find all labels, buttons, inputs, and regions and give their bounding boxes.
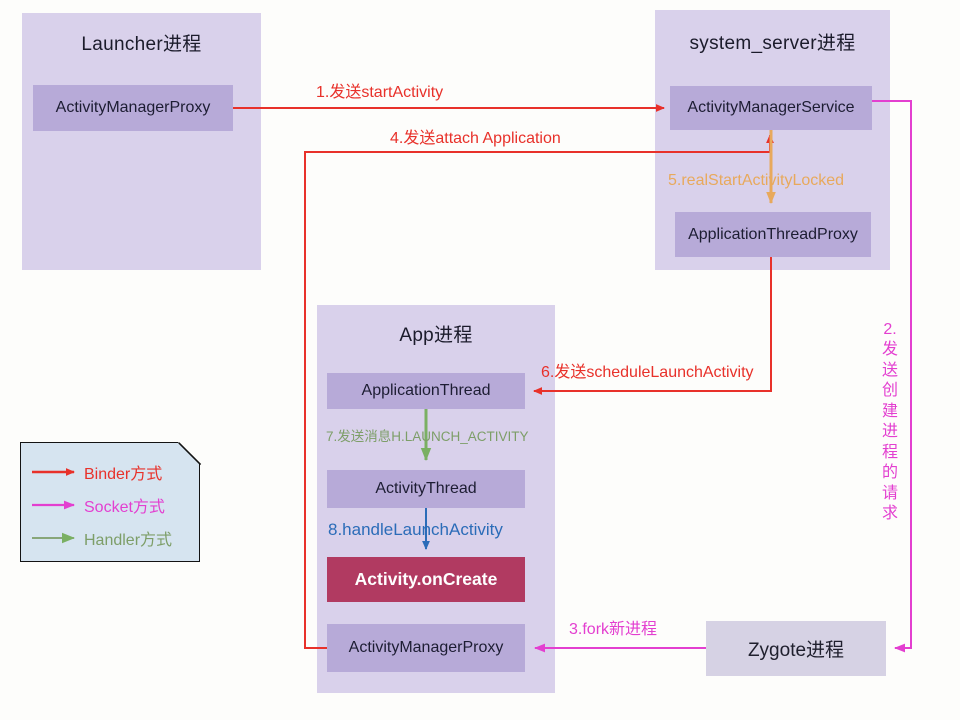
node-label: ActivityManagerProxy [348, 639, 504, 656]
node-label: ActivityManagerService [687, 99, 855, 116]
legend-item-handler: Handler方式 [84, 528, 173, 549]
node-label: Zygote进程 [747, 640, 845, 661]
edge-label-step-2: 2.发送创建进程的请求 [881, 321, 898, 523]
process-title-launcher: Launcher进程 [81, 34, 202, 55]
edge-label-step-8: 8.handleLaunchActivity [328, 520, 503, 539]
diagram-canvas: Launcher进程 system_server进程 App进程 Activit… [0, 0, 960, 720]
legend-label-socket: Socket方式 [84, 499, 165, 516]
node-label: ApplicationThreadProxy [688, 225, 858, 243]
edge-label-step-3: 3.fork新进程 [569, 621, 658, 638]
legend-item-binder: Binder方式 [84, 462, 163, 483]
edge-label-step-1: 1.发送startActivity [316, 84, 444, 101]
node-app-activitymanagerproxy[interactable]: ActivityManagerProxy [327, 624, 525, 672]
process-title-system-server: system_server进程 [689, 33, 856, 54]
legend-item-socket: Socket方式 [84, 495, 165, 516]
node-label: ApplicationThread [361, 382, 491, 399]
node-launcher-activitymanagerproxy[interactable]: ActivityManagerProxy [33, 85, 233, 131]
node-activitymanagerservice[interactable]: ActivityManagerService [670, 86, 872, 130]
edge-label-step-4: 4.发送attach Application [390, 130, 561, 147]
node-label: ActivityManagerProxy [55, 99, 211, 116]
edge-label-step-6: 6.发送scheduleLaunchActivity [541, 364, 754, 381]
node-applicationthreadproxy[interactable]: ApplicationThreadProxy [675, 212, 871, 257]
process-box-launcher: Launcher进程 [22, 13, 261, 270]
legend-label-binder: Binder方式 [84, 466, 163, 483]
node-activitythread[interactable]: ActivityThread [327, 470, 525, 508]
node-label: ActivityThread [375, 480, 477, 497]
node-label: Activity.onCreate [354, 569, 498, 589]
node-activity-oncreate[interactable]: Activity.onCreate [327, 557, 525, 602]
edge-label-step-5: 5.realStartActivityLocked [668, 172, 845, 189]
process-title-app: App进程 [399, 325, 473, 346]
legend-corner-fold [178, 442, 202, 466]
legend-label-handler: Handler方式 [84, 532, 173, 549]
edge-label-step-7: 7.发送消息H.LAUNCH_ACTIVITY [326, 429, 529, 444]
node-applicationthread[interactable]: ApplicationThread [327, 373, 525, 409]
node-zygote-process[interactable]: Zygote进程 [706, 621, 886, 676]
